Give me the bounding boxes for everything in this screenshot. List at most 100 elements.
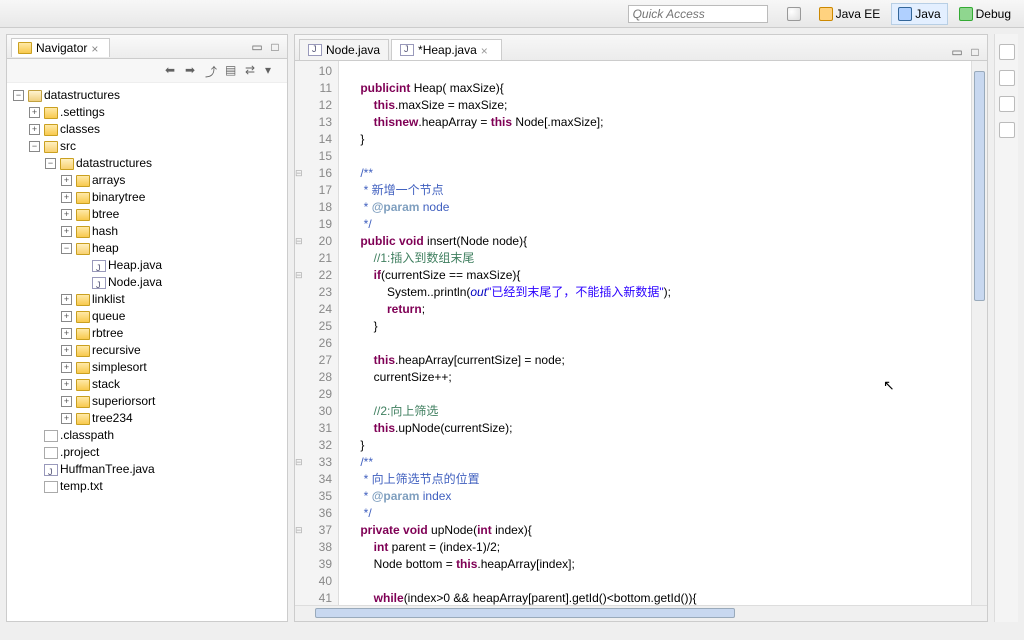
vertical-scrollbar[interactable] — [971, 61, 987, 605]
perspective-label: Java — [915, 7, 940, 21]
tree-label: Heap.java — [108, 257, 162, 274]
tree-label: recursive — [92, 342, 141, 359]
maximize-icon[interactable]: □ — [267, 39, 283, 55]
outline-icon[interactable] — [999, 44, 1015, 60]
tree-folder-settings[interactable]: +.settings — [27, 104, 285, 121]
tree-pkg-simplesort[interactable]: +simplesort — [59, 359, 285, 376]
navigator-title: Navigator — [36, 41, 87, 55]
tree-label: simplesort — [92, 359, 147, 376]
tree-pkg-stack[interactable]: +stack — [59, 376, 285, 393]
folder-icon — [76, 413, 90, 425]
project-icon — [28, 90, 42, 102]
java-file-icon — [400, 44, 414, 56]
tree-label: tree234 — [92, 410, 133, 427]
tree-label: .settings — [60, 104, 105, 121]
tree-pkg-linklist[interactable]: +linklist — [59, 291, 285, 308]
tree-label: queue — [92, 308, 125, 325]
horizontal-scrollbar[interactable] — [295, 605, 987, 621]
tree-pkg-rbtree[interactable]: +rbtree — [59, 325, 285, 342]
tree-pkg-btree[interactable]: +btree — [59, 206, 285, 223]
minimize-icon[interactable]: ▭ — [249, 39, 265, 55]
tree-label: binarytree — [92, 189, 145, 206]
tree-pkg-arrays[interactable]: +arrays — [59, 172, 285, 189]
task-list-icon[interactable] — [999, 70, 1015, 86]
open-perspective-button[interactable] — [780, 3, 808, 25]
properties-icon[interactable] — [999, 122, 1015, 138]
tree-label: temp.txt — [60, 478, 103, 495]
perspective-java-ee[interactable]: Java EE — [812, 3, 888, 25]
tree-label: HuffmanTree.java — [60, 461, 155, 478]
tree-folder-src[interactable]: −src — [27, 138, 285, 155]
tree-file-classpath[interactable]: .classpath — [27, 427, 285, 444]
tree-file-project[interactable]: .project — [27, 444, 285, 461]
code-area[interactable]: publicint Heap( maxSize){ this.maxSize =… — [339, 61, 971, 605]
tree-label: datastructures — [76, 155, 152, 172]
tree-pkg-binarytree[interactable]: +binarytree — [59, 189, 285, 206]
tree-label: datastructures — [44, 87, 120, 104]
tree-file-Heap.java[interactable]: Heap.java — [75, 257, 285, 274]
quick-access-input[interactable] — [628, 5, 768, 23]
folder-icon — [76, 311, 90, 323]
navigator-panel: Navigator × ▭ □ ⬅ ➡ ⤴ ▤ ⇄ ▾ −datastructu… — [6, 34, 288, 622]
java-file-icon — [92, 260, 106, 272]
java-file-icon — [44, 464, 58, 476]
folder-icon — [44, 107, 58, 119]
tree-pkg-datastructures[interactable]: −datastructures — [43, 155, 285, 172]
navigator-toolbar: ⬅ ➡ ⤴ ▤ ⇄ ▾ — [7, 59, 287, 83]
tree-pkg-queue[interactable]: +queue — [59, 308, 285, 325]
forward-icon[interactable]: ➡ — [185, 63, 201, 79]
java-file-icon — [308, 44, 322, 56]
folder-icon — [76, 243, 90, 255]
tree-pkg-tree234[interactable]: +tree234 — [59, 410, 285, 427]
close-icon[interactable]: × — [91, 42, 103, 54]
folder-icon — [76, 192, 90, 204]
java-ee-icon — [819, 7, 833, 21]
minimize-icon[interactable]: ▭ — [949, 44, 965, 60]
tree-label: src — [60, 138, 76, 155]
editor-tab-node[interactable]: Node.java — [299, 39, 389, 60]
file-icon — [44, 447, 58, 459]
navigator-tab[interactable]: Navigator × — [11, 38, 110, 57]
maximize-icon[interactable]: □ — [967, 44, 983, 60]
tree-label: heap — [92, 240, 119, 257]
back-icon[interactable]: ⬅ — [165, 63, 181, 79]
tree-label: superiorsort — [92, 393, 155, 410]
tree-label: .project — [60, 444, 99, 461]
tree-file-huffman[interactable]: HuffmanTree.java — [27, 461, 285, 478]
link-editor-icon[interactable]: ⇄ — [245, 63, 261, 79]
perspective-debug[interactable]: Debug — [952, 3, 1018, 25]
tree-folder-classes[interactable]: +classes — [27, 121, 285, 138]
navigator-tree[interactable]: −datastructures +.settings +classes −src… — [7, 83, 287, 621]
line-gutter[interactable]: 1011121314151617181920212223242526272829… — [295, 61, 339, 605]
tree-file-temp[interactable]: temp.txt — [27, 478, 285, 495]
scrollbar-thumb[interactable] — [315, 608, 735, 618]
top-toolbar: Java EE Java Debug — [0, 0, 1024, 28]
tree-label: hash — [92, 223, 118, 240]
editor-panel: Node.java *Heap.java× ▭□ 101112131415161… — [294, 34, 988, 622]
collapse-icon[interactable]: ▤ — [225, 63, 241, 79]
file-icon — [44, 430, 58, 442]
tree-pkg-hash[interactable]: +hash — [59, 223, 285, 240]
folder-icon — [76, 345, 90, 357]
tree-pkg-superiorsort[interactable]: +superiorsort — [59, 393, 285, 410]
perspective-java[interactable]: Java — [891, 3, 947, 25]
editor-tab-heap[interactable]: *Heap.java× — [391, 39, 502, 60]
menu-icon[interactable]: ▾ — [265, 63, 281, 79]
perspective-label: Java EE — [836, 7, 881, 21]
tree-label: arrays — [92, 172, 125, 189]
right-trim — [994, 34, 1018, 622]
tree-pkg-heap[interactable]: −heap — [59, 240, 285, 257]
up-icon[interactable]: ⤴ — [205, 63, 221, 79]
tree-project[interactable]: −datastructures — [11, 87, 285, 104]
tree-file-Node.java[interactable]: Node.java — [75, 274, 285, 291]
folder-icon — [76, 396, 90, 408]
tab-label: Node.java — [326, 43, 380, 57]
tree-pkg-recursive[interactable]: +recursive — [59, 342, 285, 359]
tree-label: .classpath — [60, 427, 114, 444]
scrollbar-thumb[interactable] — [974, 71, 985, 301]
cheatsheet-icon[interactable] — [999, 96, 1015, 112]
tree-label: Node.java — [108, 274, 162, 291]
close-icon[interactable]: × — [481, 44, 493, 56]
editor-tabs: Node.java *Heap.java× ▭□ — [295, 35, 987, 61]
folder-icon — [44, 124, 58, 136]
